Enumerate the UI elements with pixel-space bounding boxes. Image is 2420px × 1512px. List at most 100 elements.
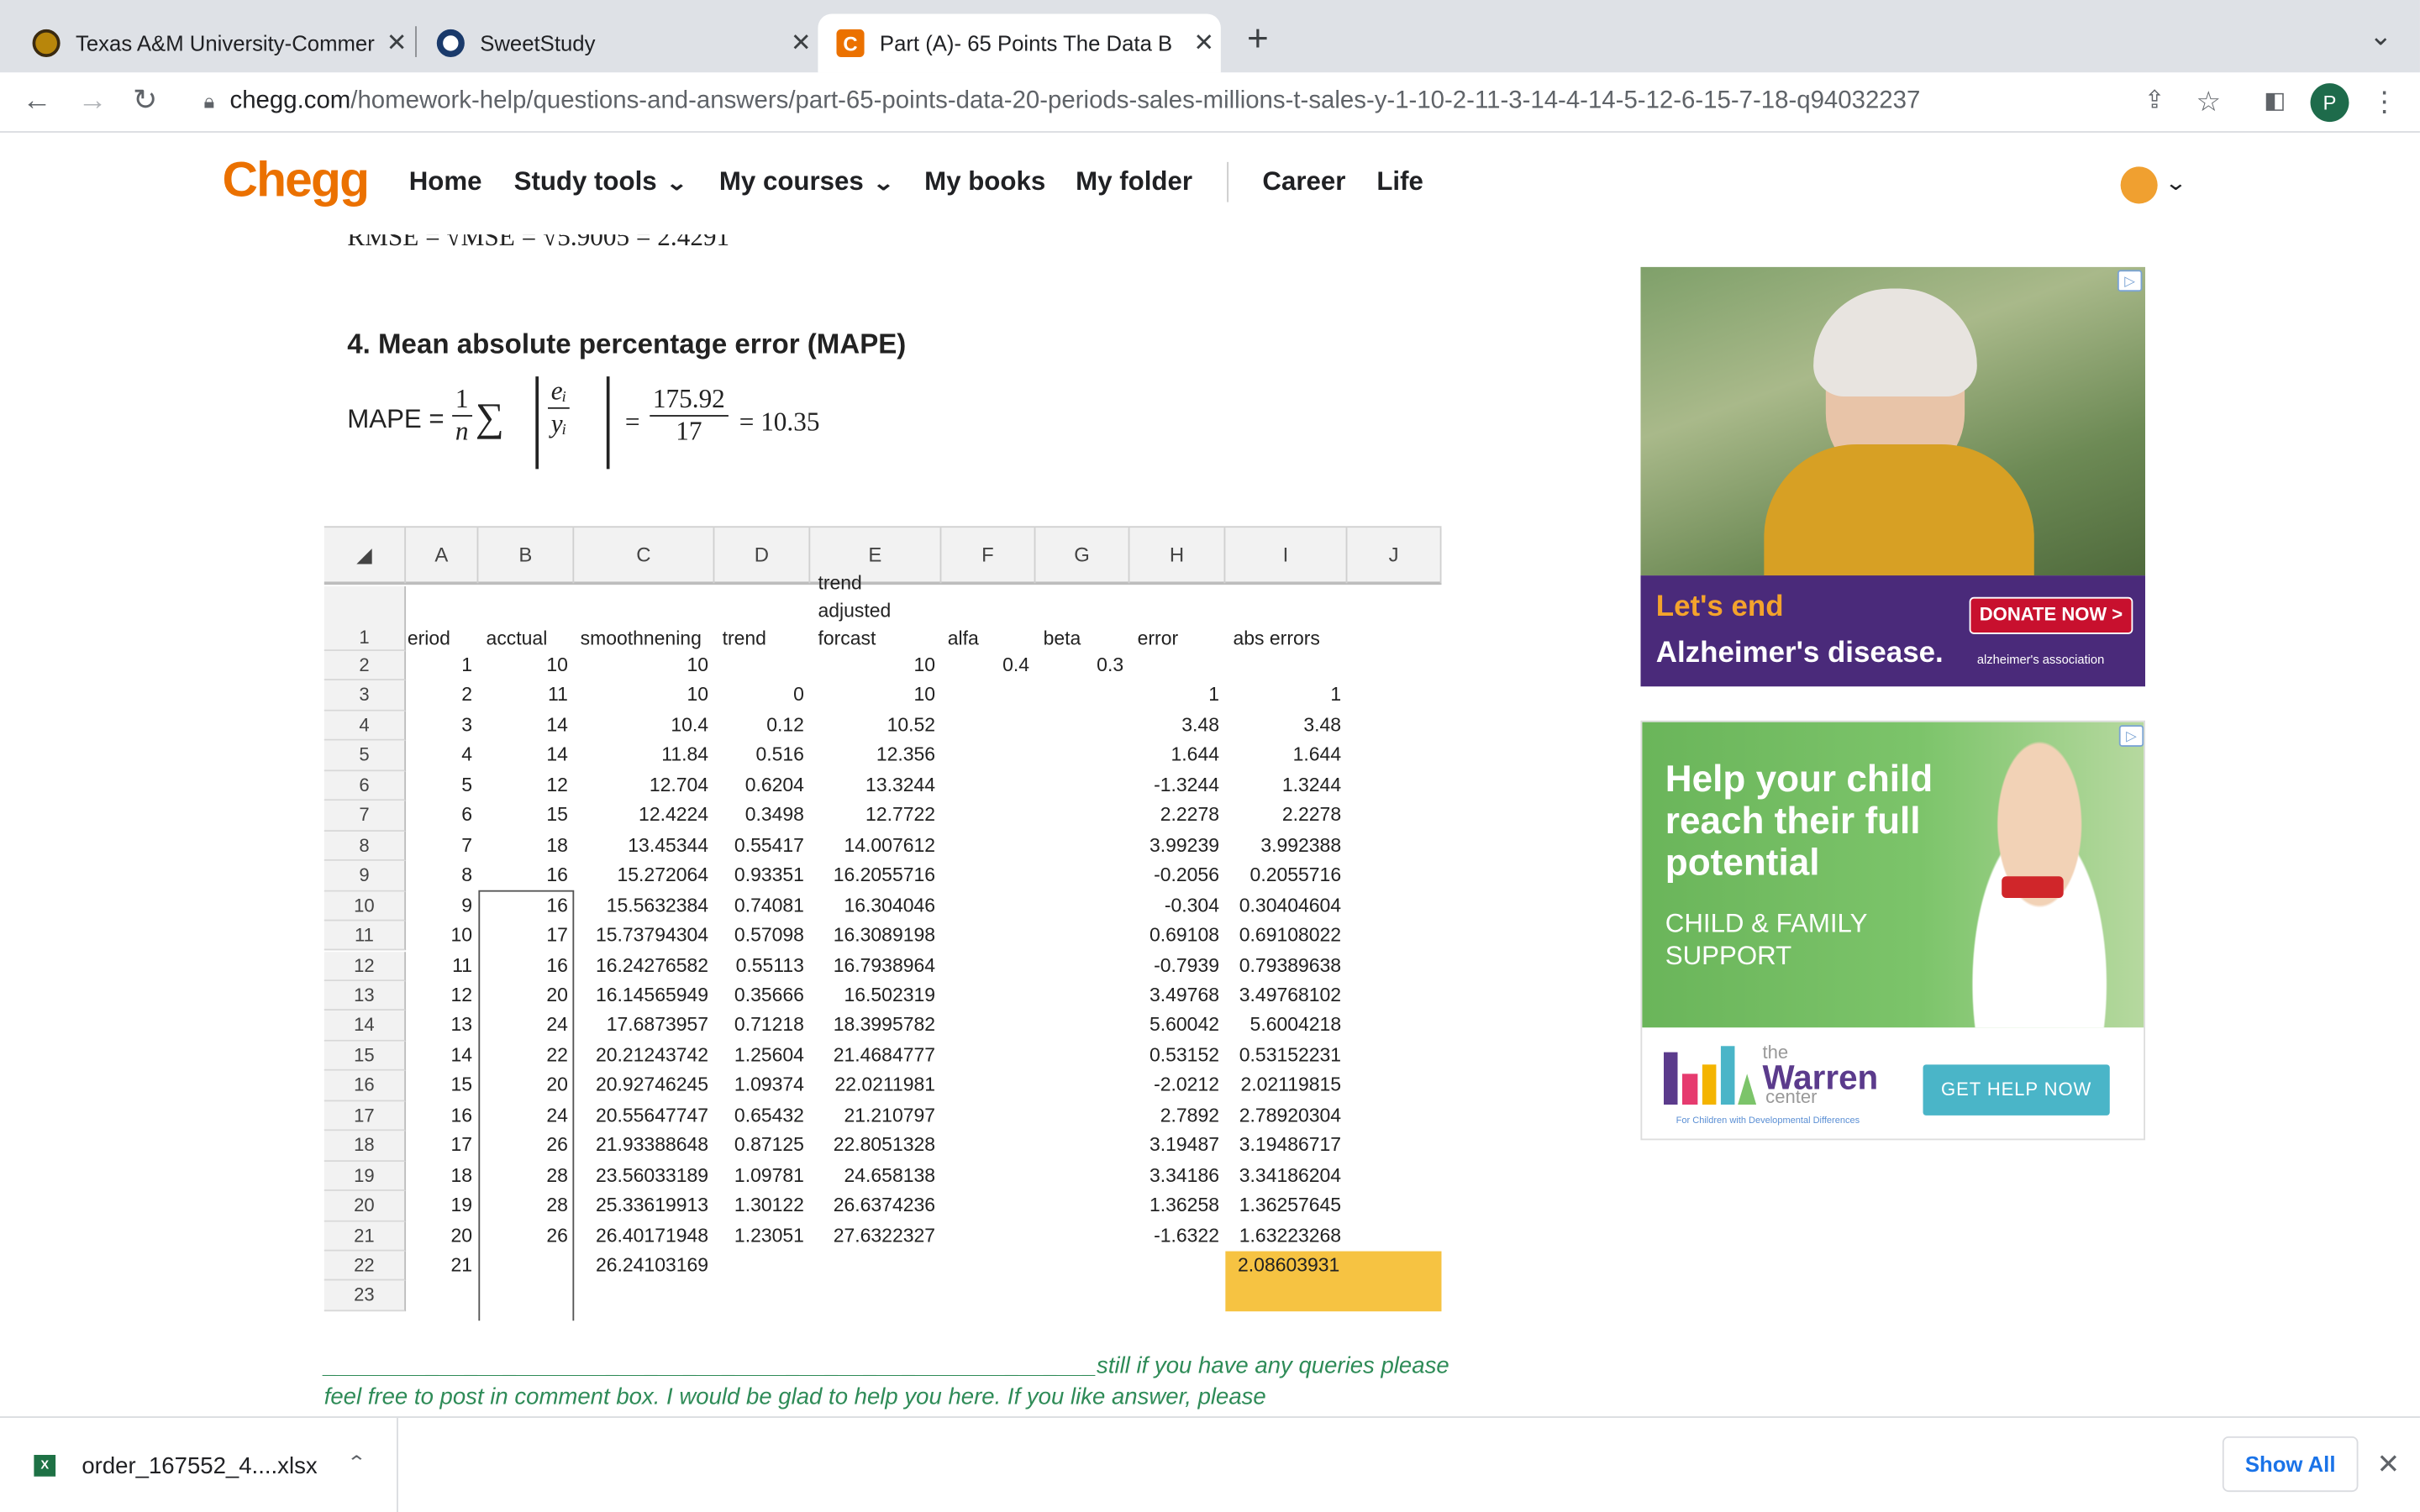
tab-search-chevron-icon[interactable]: ⌄ — [2369, 20, 2392, 53]
cell-e: 21.210797 — [844, 1104, 936, 1126]
ad-line1: Let's end — [1655, 591, 1784, 624]
header-error: error — [1137, 627, 1179, 650]
fraction-e-over-y: eᵢ yᵢ — [548, 376, 571, 439]
equals-sign: = — [624, 407, 640, 437]
cell-c: 10 — [687, 654, 709, 676]
nav-my-folder[interactable]: My folder — [1076, 166, 1192, 197]
get-help-button[interactable]: GET HELP NOW — [1923, 1064, 2110, 1116]
cell-i: 0.69108022 — [1239, 924, 1342, 946]
column-header-j: J — [1347, 528, 1442, 584]
column-header-d: D — [714, 528, 811, 584]
column-header-i: I — [1225, 528, 1348, 584]
ad-org: alzheimer's association — [1976, 652, 2105, 667]
cell-e: 16.7938964 — [833, 953, 936, 976]
profile-avatar[interactable]: P — [2310, 83, 2349, 123]
nav-study-tools[interactable]: Study tools ⌄ — [514, 166, 687, 197]
nav-home[interactable]: Home — [409, 166, 482, 197]
cell-e: 12.356 — [876, 743, 936, 766]
ad-subline: CHILD & FAMILY SUPPORT — [1665, 908, 1867, 971]
tab-chegg-active[interactable]: C Part (A)- 65 Points The Data B ✕ — [818, 13, 1221, 73]
numerator: 1 — [452, 384, 472, 417]
address-bar[interactable]: 🔒︎ chegg.com/homework-help/questions-and… — [182, 76, 2244, 127]
numerator: eᵢ — [548, 376, 571, 409]
back-arrow-icon[interactable]: ← — [17, 81, 57, 122]
mape-formula: MAPE = 1 n ∑ eᵢ yᵢ = 175.92 17 = 10.35 — [347, 373, 902, 472]
nav-my-courses[interactable]: My courses ⌄ — [719, 166, 894, 197]
forward-arrow-icon[interactable]: → — [72, 81, 113, 122]
reload-icon[interactable]: ↻ — [125, 81, 166, 122]
cell-e: 24.658138 — [844, 1164, 936, 1186]
nav-label: My folder — [1076, 166, 1192, 197]
header-actual: acctual — [486, 627, 548, 650]
numerator: 175.92 — [650, 384, 729, 417]
cell-e: 26.6374236 — [833, 1194, 936, 1216]
share-icon[interactable]: ⇪ — [2134, 81, 2175, 122]
bookmark-star-icon[interactable]: ☆ — [2188, 81, 2228, 122]
cell-i: 1 — [1330, 684, 1342, 706]
mape-heading: 4. Mean absolute percentage error (MAPE) — [347, 328, 907, 360]
user-avatar[interactable] — [2120, 166, 2158, 204]
sigma-symbol: ∑ — [475, 395, 504, 440]
answer-content: RMSE = √MSE = √5.9005 = 2.4291 4. Mean a… — [0, 234, 2420, 1417]
cell-e: 16.502319 — [844, 984, 936, 1006]
chevron-up-icon[interactable]: ⌃ — [346, 1452, 366, 1473]
mape-result: = 10.35 — [739, 407, 820, 437]
header-alfa: alfa — [947, 627, 979, 650]
cell-i: 3.19486717 — [1239, 1134, 1342, 1157]
side-panel-icon[interactable]: ◧ — [2254, 81, 2295, 122]
chevron-down-icon[interactable]: ⌄ — [2164, 170, 2187, 196]
row-header: 23 — [324, 1281, 407, 1311]
close-tab-icon[interactable]: ✕ — [784, 28, 818, 59]
donate-button[interactable]: DONATE NOW > — [1969, 596, 2133, 634]
tab-sweetstudy[interactable]: SweetStudy ✕ — [404, 14, 818, 73]
column-header-a: A — [406, 528, 479, 584]
chegg-logo[interactable]: Chegg — [222, 151, 369, 208]
cell-i: 3.48 — [1303, 714, 1342, 736]
lock-icon: 🔒︎ — [203, 89, 215, 113]
header-beta: beta — [1043, 627, 1081, 650]
browser-menu-icon[interactable]: ⋮ — [2365, 81, 2405, 122]
new-tab-button[interactable]: + — [1241, 19, 1275, 60]
cell-i: 5.6004218 — [1249, 1014, 1342, 1037]
show-all-button[interactable]: Show All — [2222, 1436, 2359, 1493]
nav-life[interactable]: Life — [1376, 166, 1423, 197]
header-smoothening: smoothnening — [580, 627, 702, 650]
denominator: n — [455, 416, 469, 446]
ad-headline: Help your child reach their full potenti… — [1665, 759, 1933, 885]
alzheimers-ad[interactable]: Let's end Alzheimer's disease. DONATE NO… — [1640, 266, 2146, 687]
warren-center-ad[interactable]: Help your child reach their full potenti… — [1640, 720, 2146, 1141]
download-item[interactable]: X order_167552_4....xlsx ⌃ — [0, 1417, 398, 1512]
cell-e: 16.3089198 — [833, 924, 936, 946]
adchoices-icon[interactable]: ▷ — [2117, 270, 2143, 292]
spreadsheet-image: ◢ A B C D E F G H I J 1 eriod acctual smoothnening tre… — [324, 518, 1444, 1321]
nav-my-books[interactable]: My books — [924, 166, 1045, 197]
download-shelf: X order_167552_4....xlsx ⌃ Show All ✕ — [0, 1416, 2420, 1512]
nav-career[interactable]: Career — [1262, 166, 1345, 197]
column-header-c: C — [574, 528, 715, 584]
denominator: 17 — [676, 416, 702, 446]
answer-comment: ________________________________________… — [324, 1352, 1449, 1410]
nav-divider — [1227, 161, 1229, 202]
row-header: 1 — [324, 585, 407, 652]
cell-e: 13.3244 — [865, 774, 936, 796]
cell-i: 3.49768102 — [1239, 984, 1342, 1006]
adchoices-icon[interactable]: ▷ — [2118, 725, 2144, 747]
cell-g: 0.3 — [1097, 654, 1124, 676]
cell-e: 12.7722 — [865, 804, 936, 827]
fraction-sum-over-count: 175.92 17 — [650, 384, 729, 447]
cell-e: 14.007612 — [844, 834, 936, 856]
warren-logo-blocks-icon — [1663, 1046, 1757, 1105]
cell-i: 2.02119815 — [1240, 1074, 1342, 1096]
download-filename: order_167552_4....xlsx — [82, 1452, 318, 1479]
cell-e: 21.4684777 — [833, 1044, 936, 1066]
mape-label: MAPE = — [347, 404, 445, 434]
cell-i: 0.30404604 — [1239, 894, 1342, 916]
close-shelf-icon[interactable]: ✕ — [2377, 1449, 2401, 1482]
cell-i: 1.644 — [1292, 743, 1342, 766]
chevron-down-icon: ⌄ — [871, 171, 894, 195]
tab-tamuc[interactable]: Texas A&M University-Commer ✕ — [0, 14, 413, 73]
column-header-f: F — [941, 528, 1036, 584]
header-abs-errors: abs errors — [1233, 627, 1320, 650]
column-header-h: H — [1129, 528, 1226, 584]
close-tab-icon[interactable]: ✕ — [1186, 28, 1220, 59]
